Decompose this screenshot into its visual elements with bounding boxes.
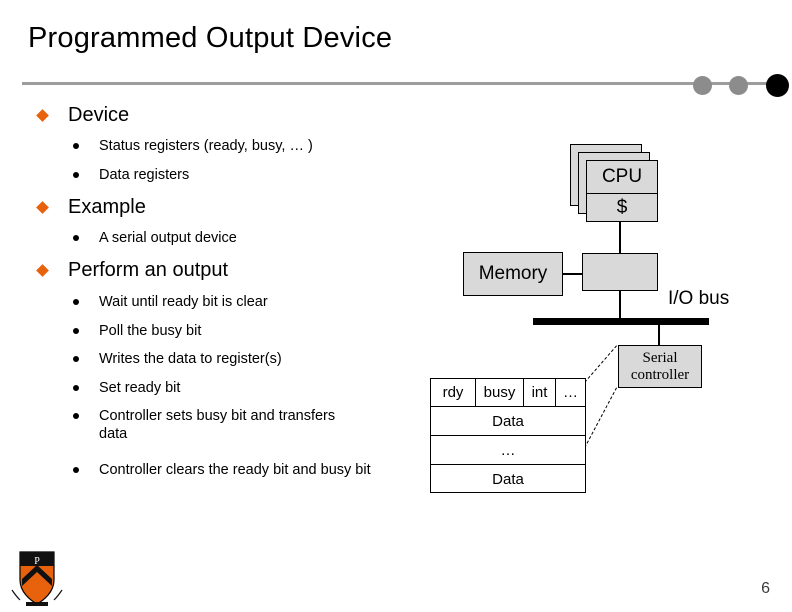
ellipsis-register-row: … (431, 436, 585, 465)
princeton-shield-logo: P (11, 551, 63, 606)
data-register-row: Data (431, 407, 585, 436)
io-bus-bar (533, 318, 709, 325)
system-architecture-diagram: CPU $ Memory I/O bus Serial controller r… (0, 0, 792, 612)
cpu-to-bridge-connector (619, 222, 621, 254)
device-register-table: rdy busy int … Data … Data (430, 378, 586, 493)
bridge-to-iobus-connector (619, 291, 621, 320)
io-bus-label: I/O bus (668, 288, 730, 309)
iobus-to-controller-connector (658, 325, 660, 346)
memory-box: Memory (463, 252, 563, 296)
serial-controller-label: Serial controller (631, 350, 689, 384)
cpu-box: CPU $ (586, 160, 658, 222)
cache-label: $ (616, 197, 628, 218)
page-number: 6 (761, 580, 770, 597)
memory-to-bridge-connector (563, 273, 583, 275)
status-cell-busy: busy (476, 379, 524, 406)
status-cell-rdy: rdy (431, 379, 476, 406)
status-cell-int: int (524, 379, 556, 406)
serial-controller-box: Serial controller (618, 345, 702, 388)
memory-label: Memory (478, 263, 548, 284)
data-register-row: Data (492, 471, 524, 488)
status-register-row: rdy busy int … (431, 379, 585, 407)
bus-bridge-box (582, 253, 658, 291)
serial-controller-line2: controller (630, 366, 690, 383)
cpu-label: CPU (601, 166, 643, 187)
status-cell-ellipsis: … (563, 384, 578, 401)
serial-controller-line1: Serial (642, 349, 678, 366)
